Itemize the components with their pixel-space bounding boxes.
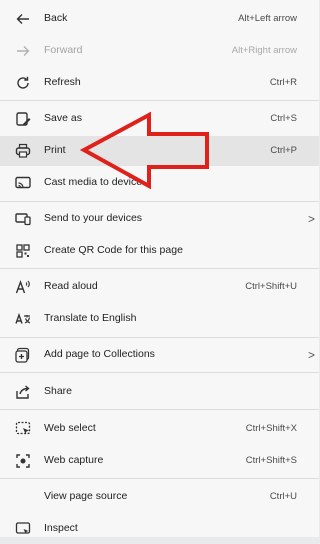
menu-item-label: Create QR Code for this page xyxy=(44,244,183,256)
menu-separator xyxy=(0,100,319,101)
menu-item-label: Web select xyxy=(44,422,96,434)
menu-item-label: Send to your devices xyxy=(44,212,143,224)
menu-item-share[interactable]: Share xyxy=(0,377,319,407)
menu-item-read-aloud[interactable]: Read aloud Ctrl+Shift+U xyxy=(0,272,319,302)
menu-separator xyxy=(0,268,319,269)
menu-item-label: View page source xyxy=(44,490,128,502)
menu-separator xyxy=(0,337,319,338)
menu-item-shortcut: Ctrl+P xyxy=(270,145,297,156)
menu-item-print[interactable]: Print Ctrl+P xyxy=(0,136,319,166)
menu-item-label: Print xyxy=(44,144,66,156)
menu-item-web-select[interactable]: Web select Ctrl+Shift+X xyxy=(0,414,319,444)
menu-item-cast[interactable]: Cast media to device xyxy=(0,168,319,198)
menu-item-web-capture[interactable]: Web capture Ctrl+Shift+S xyxy=(0,446,319,476)
qr-code-icon xyxy=(14,242,32,260)
collections-icon xyxy=(14,346,32,364)
menu-item-label: Read aloud xyxy=(44,280,98,292)
refresh-icon xyxy=(14,74,32,92)
menu-item-shortcut: Ctrl+Shift+U xyxy=(245,281,297,292)
inspect-icon xyxy=(14,520,32,538)
menu-item-label: Web capture xyxy=(44,454,104,466)
menu-separator xyxy=(0,409,319,410)
printer-icon xyxy=(14,142,32,160)
menu-separator xyxy=(0,478,319,479)
menu-item-qr-code[interactable]: Create QR Code for this page xyxy=(0,236,319,266)
read-aloud-icon xyxy=(14,278,32,296)
menu-item-save-as[interactable]: Save as Ctrl+S xyxy=(0,104,319,134)
menu-item-shortcut: Alt+Left arrow xyxy=(238,13,297,24)
menu-item-label: Save as xyxy=(44,112,82,124)
send-to-devices-icon xyxy=(14,210,32,228)
menu-item-shortcut: Ctrl+S xyxy=(270,113,297,124)
menu-item-send-to-devices[interactable]: Send to your devices > xyxy=(0,204,319,234)
share-icon xyxy=(14,383,32,401)
menu-item-shortcut: Ctrl+U xyxy=(269,491,297,502)
menu-item-back[interactable]: Back Alt+Left arrow xyxy=(0,4,319,34)
web-select-icon xyxy=(14,420,32,438)
menu-separator xyxy=(0,372,319,373)
cast-icon xyxy=(14,174,32,192)
menu-item-inspect[interactable]: Inspect xyxy=(0,514,319,544)
menu-item-shortcut: Ctrl+R xyxy=(269,77,297,88)
menu-item-label: Cast media to device xyxy=(44,176,143,188)
menu-item-refresh[interactable]: Refresh Ctrl+R xyxy=(0,68,319,98)
translate-icon xyxy=(14,310,32,328)
save-as-icon xyxy=(14,110,32,128)
menu-item-collections[interactable]: Add page to Collections > xyxy=(0,340,319,370)
menu-item-view-source[interactable]: View page source Ctrl+U xyxy=(0,482,319,512)
back-arrow-icon xyxy=(14,10,32,28)
web-capture-icon xyxy=(14,452,32,470)
menu-item-shortcut: Alt+Right arrow xyxy=(231,45,297,56)
forward-arrow-icon xyxy=(14,42,32,60)
menu-item-shortcut: Ctrl+Shift+X xyxy=(245,423,297,434)
menu-item-label: Forward xyxy=(44,44,83,56)
menu-item-label: Add page to Collections xyxy=(44,348,155,360)
menu-item-translate[interactable]: Translate to English xyxy=(0,304,319,334)
menu-item-label: Translate to English xyxy=(44,312,137,324)
menu-item-label: Back xyxy=(44,12,68,24)
menu-separator xyxy=(0,201,319,202)
menu-item-shortcut: Ctrl+Shift+S xyxy=(245,455,297,466)
menu-item-label: Share xyxy=(44,385,73,397)
menu-item-forward[interactable]: Forward Alt+Right arrow xyxy=(0,36,319,66)
submenu-chevron-icon: > xyxy=(307,348,315,362)
menu-item-label: Inspect xyxy=(44,522,78,534)
submenu-chevron-icon: > xyxy=(307,212,315,226)
menu-item-label: Refresh xyxy=(44,76,81,88)
context-menu: Back Alt+Left arrow Forward Alt+Right ar… xyxy=(0,0,319,537)
